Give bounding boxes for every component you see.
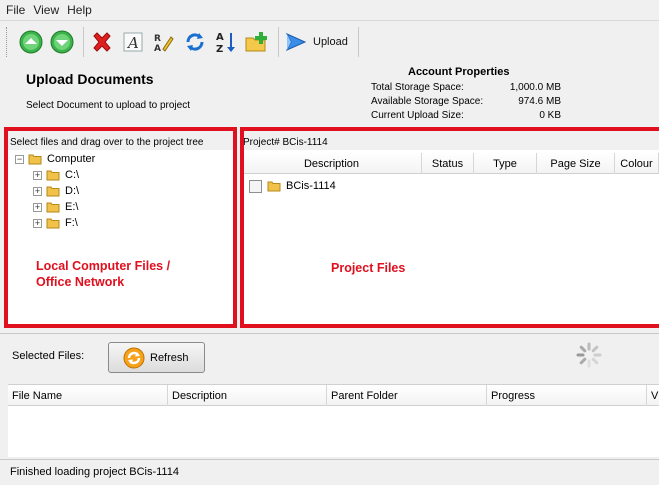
column-parent-folder[interactable]: Parent Folder [327,385,487,406]
upload-size-label: Current Upload Size: [371,110,464,121]
svg-text:R: R [154,34,161,44]
new-folder-icon [245,31,267,51]
expand-icon[interactable]: + [33,170,42,180]
project-grid-header: Description Status Type Page Size Colour [242,153,659,174]
account-properties-title: Account Properties [408,66,510,78]
selected-files-grid[interactable]: File Name Description Parent Folder Prog… [8,384,659,457]
tree-node-drive-f[interactable]: + F:\ [33,216,78,230]
page-title: Upload Documents [26,71,154,87]
total-storage-value: 1,000.0 MB [509,82,561,93]
expand-icon[interactable]: + [33,202,42,212]
svg-text:A: A [154,44,161,53]
status-bar: Finished loading project BCis-1114 [0,459,659,483]
expand-icon[interactable]: + [33,218,42,228]
collapse-icon[interactable]: − [15,154,24,164]
folder-icon [46,218,60,229]
available-storage-value: 974.6 MB [518,96,561,107]
loading-spinner-icon [576,342,602,368]
tree-node-label: F:\ [65,217,78,229]
toolbar: A RA AZ Upload [0,20,659,62]
upload-size-value: 0 KB [539,110,561,121]
upload-icon [285,32,307,51]
sort-button[interactable]: AZ [212,27,240,57]
column-type[interactable]: Type [474,153,537,174]
edit-icon: RA [154,34,174,53]
status-text: Finished loading project BCis-1114 [10,465,179,478]
delete-icon [93,31,111,52]
new-folder-button[interactable] [243,27,271,57]
selected-files-header: File Name Description Parent Folder Prog… [8,385,659,406]
column-v[interactable]: V [647,385,659,406]
project-root-node[interactable]: BCis-1114 [249,179,336,193]
account-row-available: Available Storage Space: 974.6 MB [371,96,561,107]
toolbar-grip[interactable] [6,26,9,57]
folder-icon [46,202,60,213]
section-divider [0,333,659,334]
column-description[interactable]: Description [242,153,422,174]
project-pane-header: Project# BCis-1114 [243,137,328,148]
column-colour[interactable]: Colour [615,153,659,174]
navigate-up-icon [19,30,43,53]
column-file-name[interactable]: File Name [8,385,168,406]
toolbar-separator [357,26,359,57]
menu-bar: File View Help [0,0,659,20]
local-files-annotation: Local Computer Files / Office Network [36,259,171,289]
column-progress[interactable]: Progress [487,385,647,406]
tree-node-label: E:\ [65,201,79,213]
refresh-icon [186,32,204,51]
navigate-down-icon [50,30,74,53]
local-pane-header: Select files and drag over to the projec… [10,137,204,148]
edit-button[interactable]: RA [150,27,178,57]
expand-icon[interactable]: + [33,186,42,196]
tree-node-computer[interactable]: − Computer [15,152,95,166]
account-row-total: Total Storage Space: 1,000.0 MB [371,82,561,93]
toolbar-separator [83,26,84,57]
tree-node-drive-d[interactable]: + D:\ [33,184,79,198]
folder-icon [267,181,281,192]
navigate-down-button[interactable] [48,27,76,57]
menu-help[interactable]: Help [67,3,92,17]
sort-az-icon: AZ [216,32,235,54]
menu-view[interactable]: View [33,3,59,17]
menu-file[interactable]: File [6,3,25,17]
toolbar-separator [278,26,279,57]
account-row-upload: Current Upload Size: 0 KB [371,110,561,121]
rename-button[interactable]: A [119,27,147,57]
upload-label: Upload [313,35,348,48]
project-files-annotation: Project Files [331,261,406,275]
local-file-tree[interactable]: − Computer + C:\ + D:\ + E:\ + F:\ [8,150,236,326]
page-subtitle: Select Document to upload to project [26,100,190,111]
rename-icon: A [123,32,143,52]
project-file-grid[interactable]: Description Status Type Page Size Colour… [242,150,659,326]
total-storage-label: Total Storage Space: [371,82,464,93]
folder-icon [46,186,60,197]
column-status[interactable]: Status [422,153,474,174]
svg-text:Z: Z [216,44,223,54]
checkbox[interactable] [249,179,262,193]
selected-files-label: Selected Files: [12,350,85,362]
tree-node-label: Computer [47,153,96,165]
available-storage-label: Available Storage Space: [371,96,484,107]
svg-text:A: A [216,32,224,43]
tree-node-drive-c[interactable]: + C:\ [33,168,79,182]
tree-node-drive-e[interactable]: + E:\ [33,200,78,214]
refresh-icon [123,347,145,368]
svg-text:A: A [126,34,139,52]
delete-button[interactable] [88,27,116,57]
project-root-label: BCis-1114 [286,180,336,192]
column-description[interactable]: Description [168,385,327,406]
refresh-button[interactable]: Refresh [108,342,205,373]
column-page-size[interactable]: Page Size [537,153,615,174]
tree-node-label: C:\ [65,169,80,181]
folder-icon [46,170,60,181]
refresh-label: Refresh [150,351,189,364]
tree-node-label: D:\ [65,185,80,197]
upload-button[interactable]: Upload [283,27,354,57]
folder-icon [28,154,42,165]
navigate-up-button[interactable] [17,27,45,57]
refresh-button[interactable] [181,27,209,57]
